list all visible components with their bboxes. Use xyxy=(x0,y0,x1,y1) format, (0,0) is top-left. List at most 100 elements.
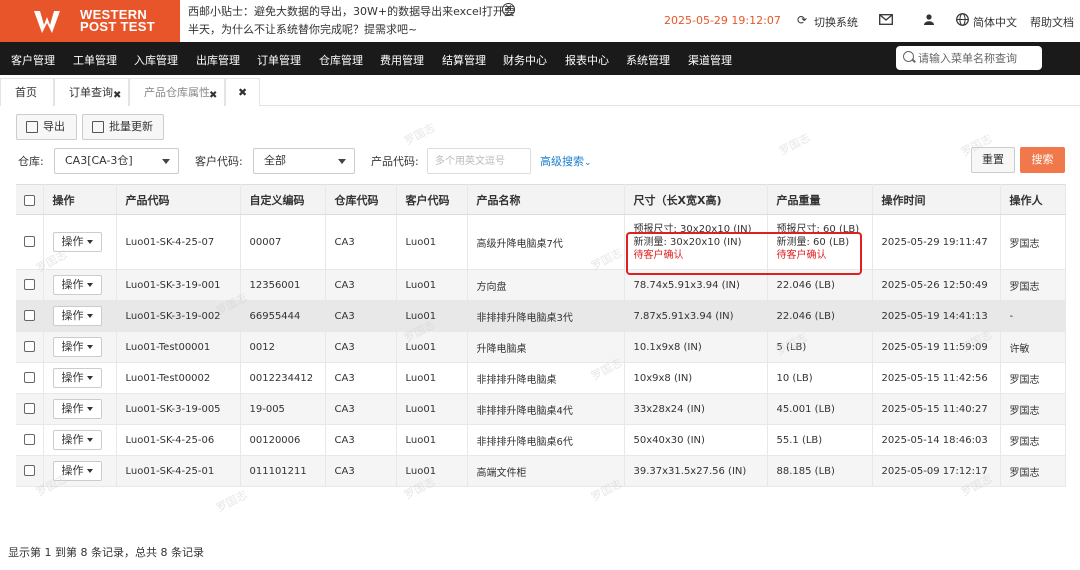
row-checkbox[interactable] xyxy=(23,403,35,415)
operate-time: 2025-05-09 17:12:17 xyxy=(872,455,1001,487)
close-all-tabs-button[interactable]: ✖ xyxy=(225,78,260,106)
close-tip-icon[interactable]: ✕ xyxy=(502,3,515,16)
nav-finance[interactable]: 财务中心 xyxy=(503,52,547,68)
customer-code: Luo01 xyxy=(396,393,468,425)
nav-orders[interactable]: 订单管理 xyxy=(257,52,301,68)
nav-warehouse[interactable]: 仓库管理 xyxy=(319,52,363,68)
select-all-checkbox[interactable] xyxy=(23,194,35,206)
customer-code: Luo01 xyxy=(396,300,468,332)
customer-code-select[interactable]: 全部 xyxy=(253,148,355,174)
tab-home[interactable]: 首页 xyxy=(0,78,54,106)
pagination-summary: 显示第 1 到第 8 条记录，总共 8 条记录 xyxy=(8,546,204,559)
chevron-down-icon xyxy=(338,159,346,164)
size: 10.1x9x8 (IN) xyxy=(624,331,768,363)
nav-fees[interactable]: 费用管理 xyxy=(380,52,424,68)
size: 7.87x5.91x3.94 (IN) xyxy=(624,300,768,332)
menu-search-input[interactable] xyxy=(918,49,1036,67)
tab-product-warehouse-attr[interactable]: 产品仓库属性 ✖ xyxy=(129,78,225,106)
product-code-input[interactable] xyxy=(427,148,531,174)
size: 10x9x8 (IN) xyxy=(624,362,768,394)
row-action-button[interactable]: 操作 xyxy=(52,232,102,252)
operator: 罗国志 xyxy=(1000,269,1066,301)
row-checkbox[interactable] xyxy=(23,341,35,353)
export-button[interactable]: 导出 xyxy=(16,114,77,140)
operate-time: 2025-05-29 19:11:47 xyxy=(872,214,1001,270)
row-action-button[interactable]: 操作 xyxy=(52,461,102,481)
row-action-button[interactable]: 操作 xyxy=(52,430,102,450)
logo-mark-icon xyxy=(34,11,60,33)
product-code: Luo01-SK-4-25-01 xyxy=(116,455,241,487)
switch-system-link[interactable]: 切换系统 xyxy=(814,14,858,30)
row-checkbox[interactable] xyxy=(23,434,35,446)
row-action-button[interactable]: 操作 xyxy=(52,275,102,295)
col-warehouse-code: 仓库代码 xyxy=(325,184,397,215)
weight: 45.001 (LB) xyxy=(767,393,873,425)
reset-button[interactable]: 重置 xyxy=(971,147,1015,173)
row-checkbox[interactable] xyxy=(23,279,35,291)
nav-customer[interactable]: 客户管理 xyxy=(11,52,55,68)
col-operation: 操作 xyxy=(43,184,117,215)
customer-code: Luo01 xyxy=(396,362,468,394)
batch-update-button[interactable]: 批量更新 xyxy=(82,114,164,140)
table-row: 操作 Luo01-SK-4-25-01 011101211 CA3 Luo01 … xyxy=(16,455,1066,487)
nav-workorder[interactable]: 工单管理 xyxy=(73,52,117,68)
product-code: Luo01-Test00001 xyxy=(116,331,241,363)
caret-down-icon xyxy=(86,376,93,380)
weight: 88.185 (LB) xyxy=(767,455,873,487)
product-table: 操作 产品代码 自定义编码 仓库代码 客户代码 产品名称 尺寸（长X宽X高) 产… xyxy=(16,184,1066,487)
row-checkbox[interactable] xyxy=(23,310,35,322)
mail-icon[interactable] xyxy=(879,14,893,25)
customer-code: Luo01 xyxy=(396,331,468,363)
search-icon xyxy=(903,51,914,62)
nav-channels[interactable]: 渠道管理 xyxy=(688,52,732,68)
table-header: 操作 产品代码 自定义编码 仓库代码 客户代码 产品名称 尺寸（长X宽X高) 产… xyxy=(16,184,1066,215)
row-action-button[interactable]: 操作 xyxy=(52,306,102,326)
page-tabs: 首页 订单查询 ✖ 产品仓库属性 ✖ ✖ xyxy=(0,78,1080,106)
caret-down-icon xyxy=(86,345,93,349)
nav-reports[interactable]: 报表中心 xyxy=(565,52,609,68)
custom-code: 66955444 xyxy=(240,300,326,332)
help-docs-link[interactable]: 帮助文档 xyxy=(1030,14,1074,30)
tab-order-query[interactable]: 订单查询 ✖ xyxy=(54,78,129,106)
table-row: 操作 Luo01-SK-3-19-005 19-005 CA3 Luo01 非排… xyxy=(16,393,1066,425)
user-icon[interactable] xyxy=(924,14,934,25)
brand-logo[interactable]: WESTERN POST TEST xyxy=(0,0,180,42)
nav-inbound[interactable]: 入库管理 xyxy=(134,52,178,68)
row-action-button[interactable]: 操作 xyxy=(52,368,102,388)
product-name: 升降电脑桌 xyxy=(467,331,625,363)
customer-code: Luo01 xyxy=(396,269,468,301)
nav-settlement[interactable]: 结算管理 xyxy=(442,52,486,68)
chevron-down-icon: ⌄ xyxy=(584,158,592,168)
col-product-name: 产品名称 xyxy=(467,184,625,215)
caret-down-icon xyxy=(86,438,93,442)
product-name: 高级升降电脑桌7代 xyxy=(467,214,625,270)
warehouse-code: CA3 xyxy=(325,362,397,394)
caret-down-icon xyxy=(86,407,93,411)
custom-code: 12356001 xyxy=(240,269,326,301)
table-row: 操作 Luo01-SK-3-19-001 12356001 CA3 Luo01 … xyxy=(16,269,1066,301)
language-selector[interactable]: 简体中文 xyxy=(973,14,1017,30)
search-button[interactable]: 搜索 xyxy=(1020,147,1065,173)
warehouse-code: CA3 xyxy=(325,424,397,456)
product-name: 非排排升降电脑桌6代 xyxy=(467,424,625,456)
main-nav: 客户管理 工单管理 入库管理 出库管理 订单管理 仓库管理 费用管理 结算管理 … xyxy=(0,42,1080,75)
row-action-button[interactable]: 操作 xyxy=(52,399,102,419)
watermark: 罗国志 xyxy=(214,487,250,515)
row-checkbox[interactable] xyxy=(23,236,35,248)
nav-outbound[interactable]: 出库管理 xyxy=(196,52,240,68)
operator: 罗国志 xyxy=(1000,393,1066,425)
close-tab-icon[interactable]: ✖ xyxy=(113,82,121,109)
row-checkbox[interactable] xyxy=(23,465,35,477)
operate-time: 2025-05-19 11:59:09 xyxy=(872,331,1001,363)
refresh-icon: ⟳ xyxy=(797,13,808,27)
top-header: WESTERN POST TEST 西邮小贴士：避免大数据的导出，30W+的数据… xyxy=(0,0,1080,42)
tip-line-2: 半天，为什么不让系统替你完成呢？提需求吧~ xyxy=(188,23,418,36)
close-tab-icon[interactable]: ✖ xyxy=(209,82,217,109)
row-checkbox[interactable] xyxy=(23,372,35,384)
nav-system[interactable]: 系统管理 xyxy=(626,52,670,68)
row-action-button[interactable]: 操作 xyxy=(52,337,102,357)
col-size: 尺寸（长X宽X高) xyxy=(624,184,768,215)
advanced-search-link[interactable]: 高级搜索⌄ xyxy=(540,153,592,169)
warehouse-select[interactable]: CA3[CA-3仓] xyxy=(54,148,179,174)
export-icon xyxy=(26,121,38,133)
